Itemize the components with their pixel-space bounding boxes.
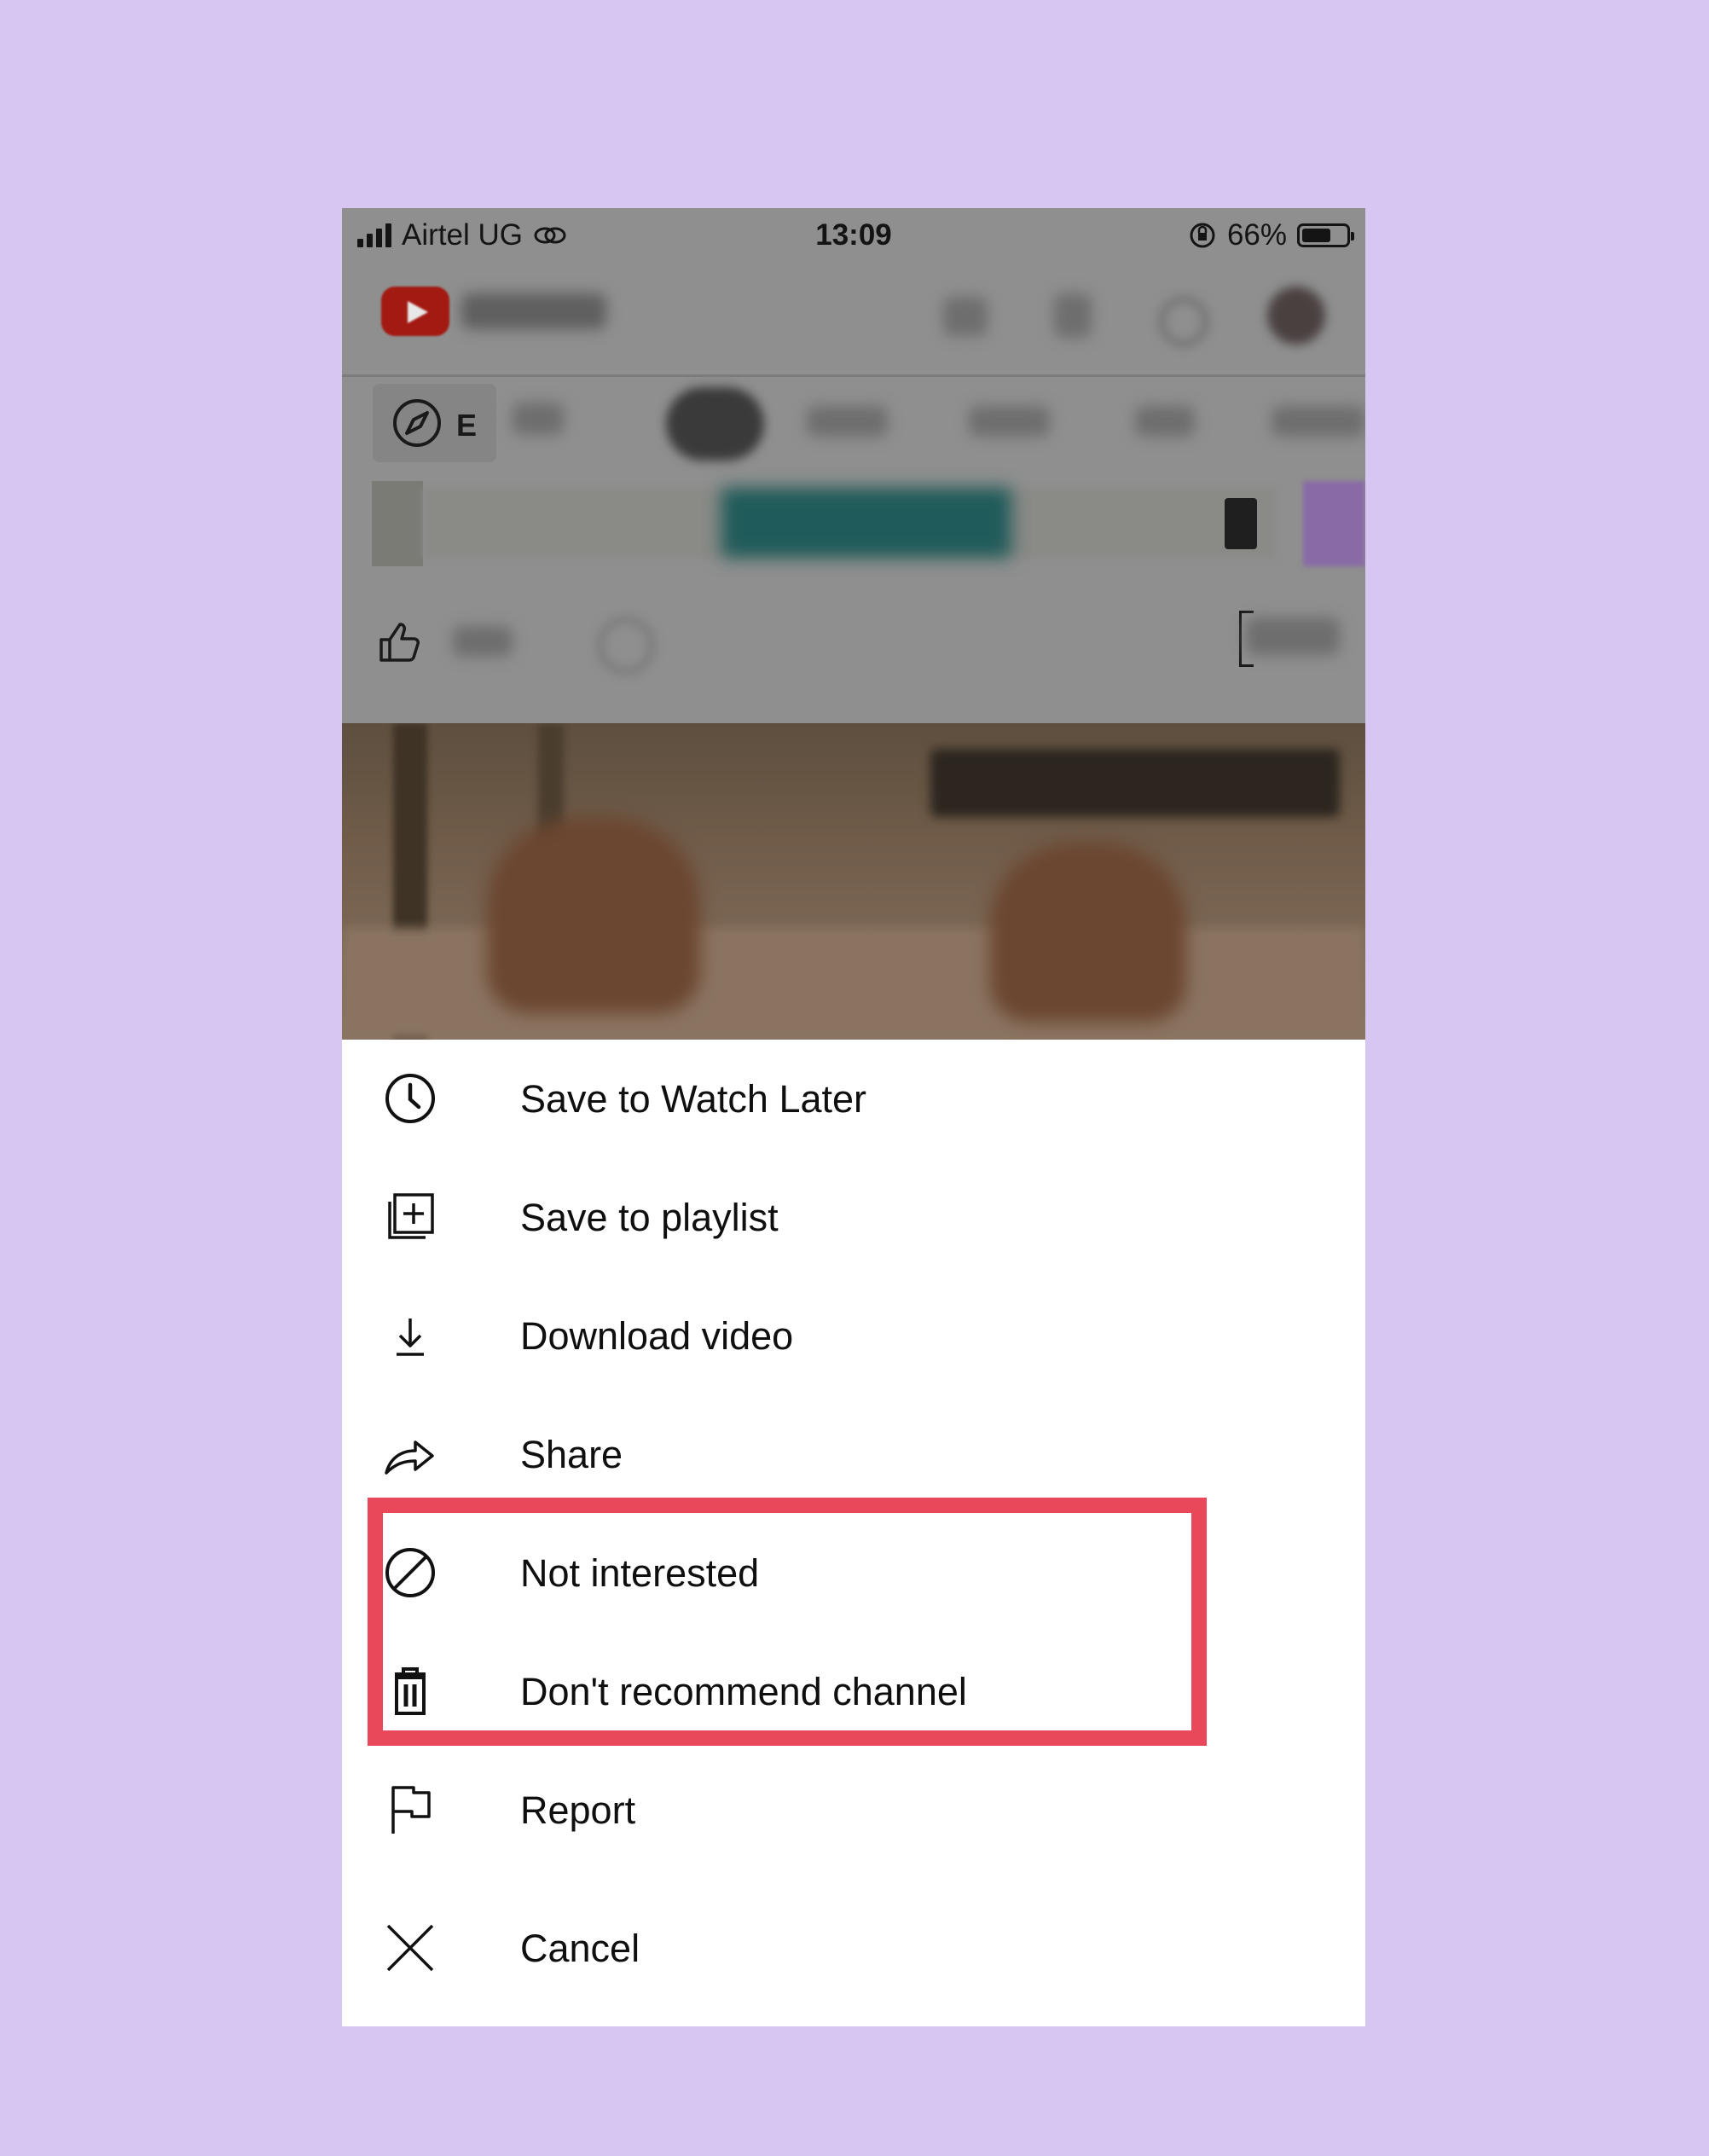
blurred-like-count bbox=[453, 626, 513, 657]
menu-item-save-playlist[interactable]: Save to playlist bbox=[342, 1158, 1365, 1277]
bell-icon bbox=[1054, 293, 1092, 338]
menu-item-label: Don't recommend channel bbox=[520, 1670, 967, 1713]
thumbnail bbox=[1303, 481, 1365, 566]
battery-percent: 66% bbox=[1226, 218, 1287, 252]
blurred-chip bbox=[969, 406, 1050, 437]
blurred-chip bbox=[1135, 406, 1195, 437]
cancel-label: Cancel bbox=[520, 1927, 640, 1970]
cancel-button[interactable]: Cancel bbox=[342, 1889, 1365, 2008]
menu-item-report[interactable]: Report bbox=[342, 1751, 1365, 1869]
thumbnail-figure bbox=[721, 488, 1011, 558]
thumbs-up-icon bbox=[379, 623, 420, 662]
menu-item-label: Save to playlist bbox=[520, 1196, 779, 1239]
trash-icon bbox=[395, 1667, 426, 1715]
menu-item-label: Save to Watch Later bbox=[520, 1077, 867, 1121]
youtube-logo-icon bbox=[381, 287, 449, 336]
dislike-icon bbox=[598, 617, 654, 674]
menu-item-label: Download video bbox=[520, 1314, 794, 1358]
explore-label: E bbox=[456, 408, 478, 443]
menu-item-label: Report bbox=[520, 1788, 636, 1832]
blurred-chip-text bbox=[513, 403, 564, 435]
blurred-action-row bbox=[342, 566, 1365, 720]
person-figure bbox=[487, 817, 700, 1013]
status-bar: Airtel UG 13:09 66% bbox=[342, 208, 1365, 268]
menu-item-label: Share bbox=[520, 1433, 623, 1476]
thumbnail-overlay-icon bbox=[1225, 498, 1257, 549]
blurred-chip bbox=[1272, 406, 1365, 437]
blurred-thumbnail-row bbox=[372, 481, 1365, 566]
person-figure bbox=[990, 843, 1186, 1022]
compass-icon bbox=[393, 399, 441, 447]
orientation-lock-icon bbox=[1190, 223, 1215, 248]
battery-icon bbox=[1297, 223, 1354, 247]
close-icon bbox=[386, 1924, 434, 1972]
menu-item-dont-recommend-channel[interactable]: Don't recommend channel bbox=[342, 1632, 1365, 1751]
blurred-action bbox=[1246, 617, 1340, 655]
flag-icon bbox=[391, 1786, 431, 1834]
menu-item-save-watch-later[interactable]: Save to Watch Later bbox=[342, 1040, 1365, 1158]
phone-screen: Airtel UG 13:09 66% E Save to Watch Late… bbox=[342, 208, 1365, 2026]
menu-item-not-interested[interactable]: Not interested bbox=[342, 1514, 1365, 1632]
dimmed-background: Airtel UG 13:09 66% E bbox=[342, 208, 1365, 1040]
block-icon bbox=[385, 1548, 435, 1597]
menu-item-download-video[interactable]: Download video bbox=[342, 1277, 1365, 1395]
blurred-chip-all bbox=[666, 387, 764, 461]
blurred-chip bbox=[807, 406, 888, 437]
menu-item-share[interactable]: Share bbox=[342, 1395, 1365, 1514]
playlist-add-icon bbox=[388, 1193, 434, 1239]
avatar bbox=[1267, 287, 1325, 345]
thumbnail bbox=[372, 481, 423, 566]
battery-fill bbox=[1302, 229, 1330, 242]
explore-chip: E bbox=[373, 384, 496, 462]
share-icon bbox=[385, 1440, 434, 1475]
video-player bbox=[342, 723, 1365, 1040]
search-icon bbox=[1159, 297, 1208, 346]
app-header bbox=[342, 268, 1365, 377]
download-icon bbox=[397, 1319, 424, 1356]
category-chips: E bbox=[342, 377, 1365, 475]
menu-item-label: Not interested bbox=[520, 1551, 760, 1595]
cast-icon bbox=[943, 297, 988, 336]
action-sheet: Save to Watch Later Save to playlist Dow… bbox=[342, 1040, 1365, 2026]
clock-icon bbox=[385, 1074, 435, 1123]
video-overlay-controls bbox=[930, 749, 1340, 817]
blurred-wordmark bbox=[461, 293, 606, 329]
